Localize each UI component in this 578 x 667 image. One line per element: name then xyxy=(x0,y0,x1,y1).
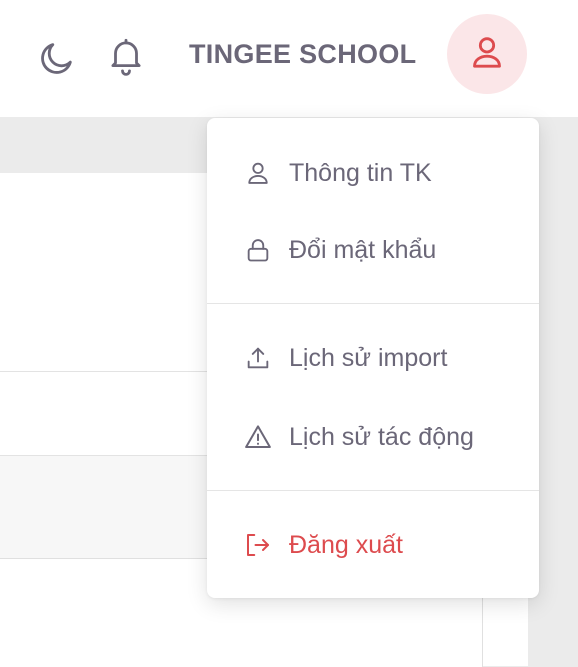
menu-item-label: Đăng xuất xyxy=(289,530,403,559)
menu-divider xyxy=(207,303,539,304)
user-icon xyxy=(467,32,507,77)
logout-icon xyxy=(243,530,273,560)
menu-item-logout[interactable]: Đăng xuất xyxy=(207,515,539,575)
menu-divider xyxy=(207,490,539,491)
menu-item-change-password[interactable]: Đổi mật khẩu xyxy=(207,220,539,280)
moon-icon xyxy=(37,38,77,78)
notifications-button[interactable] xyxy=(104,34,148,78)
menu-item-label: Thông tin TK xyxy=(289,158,432,187)
menu-item-activity-history[interactable]: Lịch sử tác động xyxy=(207,407,539,467)
menu-item-account-info[interactable]: Thông tin TK xyxy=(207,143,539,203)
menu-item-label: Lịch sử import xyxy=(289,343,448,372)
menu-item-import-history[interactable]: Lịch sử import xyxy=(207,328,539,388)
user-icon xyxy=(243,158,273,188)
top-header: TINGEE SCHOOL xyxy=(0,0,578,117)
user-dropdown-menu: Thông tin TK Đổi mật khẩu Lịch sử import xyxy=(207,118,539,598)
lock-icon xyxy=(243,235,273,265)
warning-icon xyxy=(243,422,273,452)
menu-item-label: Lịch sử tác động xyxy=(289,422,474,451)
brand-name: TINGEE SCHOOL xyxy=(189,38,417,69)
upload-icon xyxy=(243,343,273,373)
bell-icon xyxy=(105,35,147,77)
user-avatar-button[interactable] xyxy=(447,14,527,94)
menu-item-label: Đổi mật khẩu xyxy=(289,235,437,264)
theme-toggle-button[interactable] xyxy=(35,36,79,80)
